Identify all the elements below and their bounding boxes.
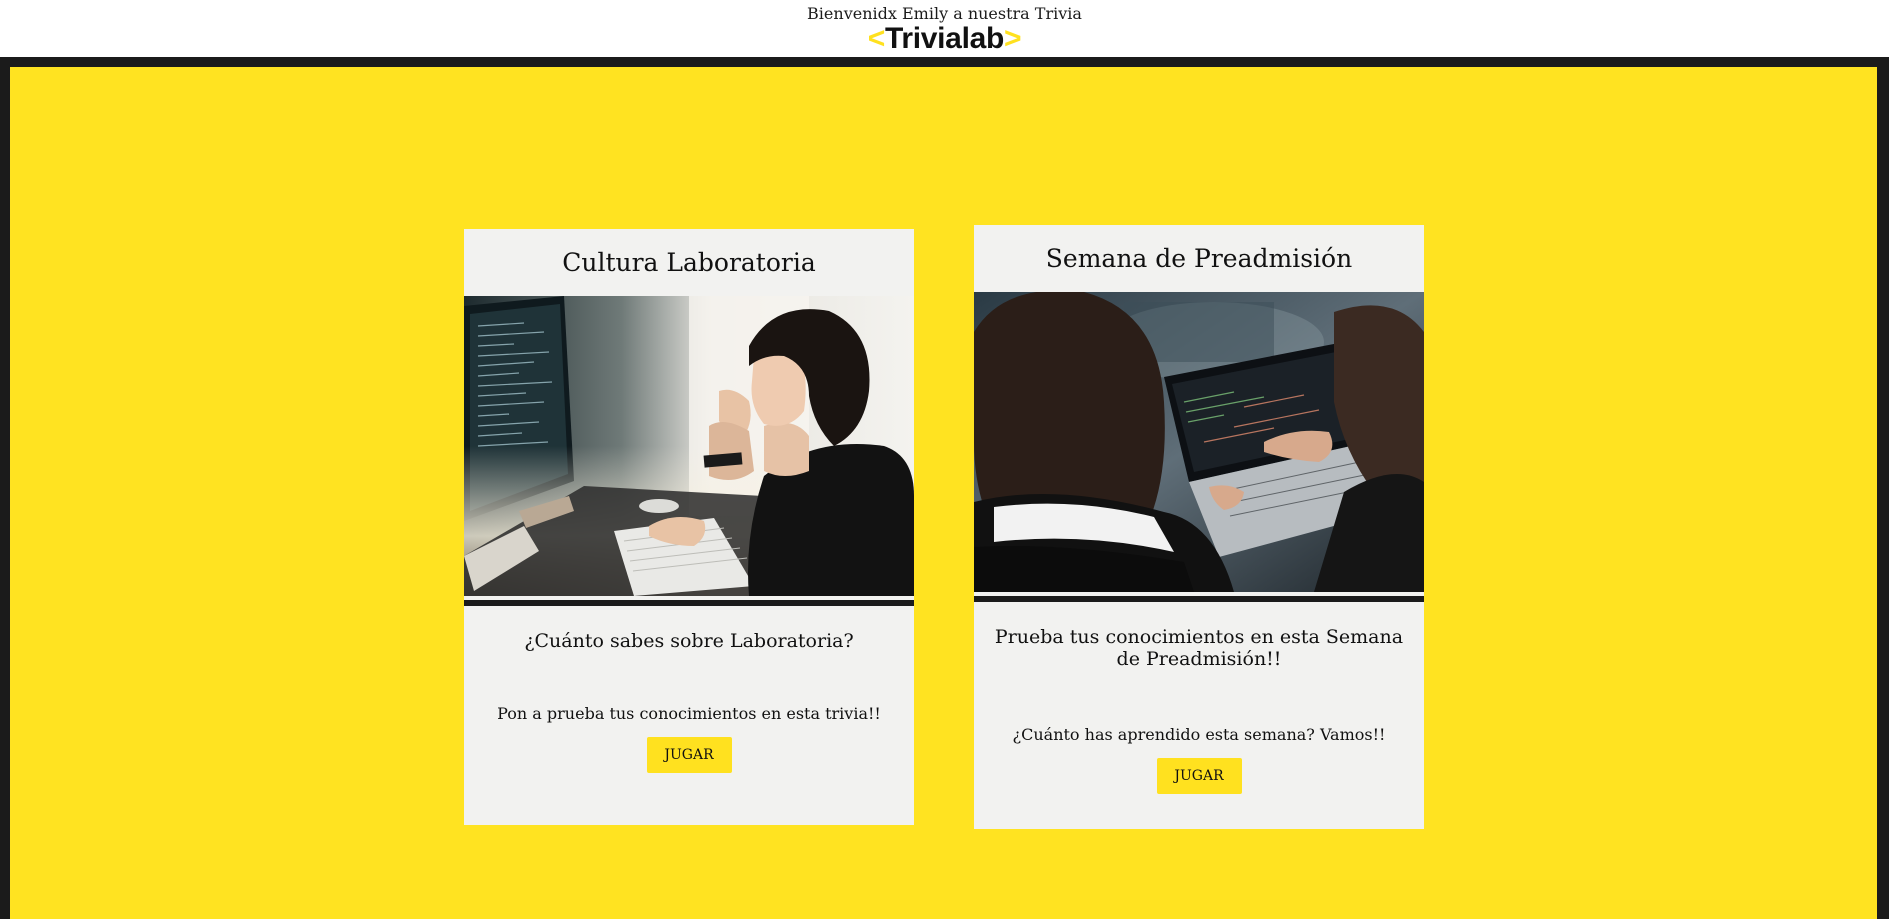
play-button-semana-preadmision[interactable]: JUGAR xyxy=(1156,758,1242,794)
main-content: Cultura Laboratoria ¿Cuánto sabes sobre … xyxy=(10,67,1877,919)
card-divider xyxy=(974,596,1424,602)
card-title: Semana de Preadmisión xyxy=(1045,244,1353,273)
card-title: Cultura Laboratoria xyxy=(562,248,816,277)
card-description: ¿Cuánto has aprendido esta semana? Vamos… xyxy=(1012,725,1386,744)
trivia-card-semana-preadmision: Semana de Preadmisión Prueba tus conocim… xyxy=(974,225,1424,829)
page-header: Bienvenidx Emily a nuestra Trivia <Trivi… xyxy=(0,0,1889,57)
welcome-message: Bienvenidx Emily a nuestra Trivia xyxy=(807,4,1082,23)
page-frame: Cultura Laboratoria ¿Cuánto sabes sobre … xyxy=(0,57,1889,919)
trivialab-logo[interactable]: <Trivialab> xyxy=(0,22,1889,56)
logo-right-bracket: > xyxy=(1004,22,1022,55)
card-image-woman-at-computer xyxy=(464,296,914,596)
card-subtitle: Prueba tus conocimientos en esta Semana … xyxy=(994,626,1404,670)
trivia-card-cultura-laboratoria: Cultura Laboratoria ¿Cuánto sabes sobre … xyxy=(464,229,914,825)
logo-text: Trivialab xyxy=(884,22,1005,55)
play-button-cultura-laboratoria[interactable]: JUGAR xyxy=(646,737,732,773)
card-divider xyxy=(464,600,914,606)
card-subtitle: ¿Cuánto sabes sobre Laboratoria? xyxy=(524,630,854,652)
card-image-women-at-laptop xyxy=(974,292,1424,592)
card-description: Pon a prueba tus conocimientos en esta t… xyxy=(497,704,881,723)
logo-left-bracket: < xyxy=(867,22,886,55)
